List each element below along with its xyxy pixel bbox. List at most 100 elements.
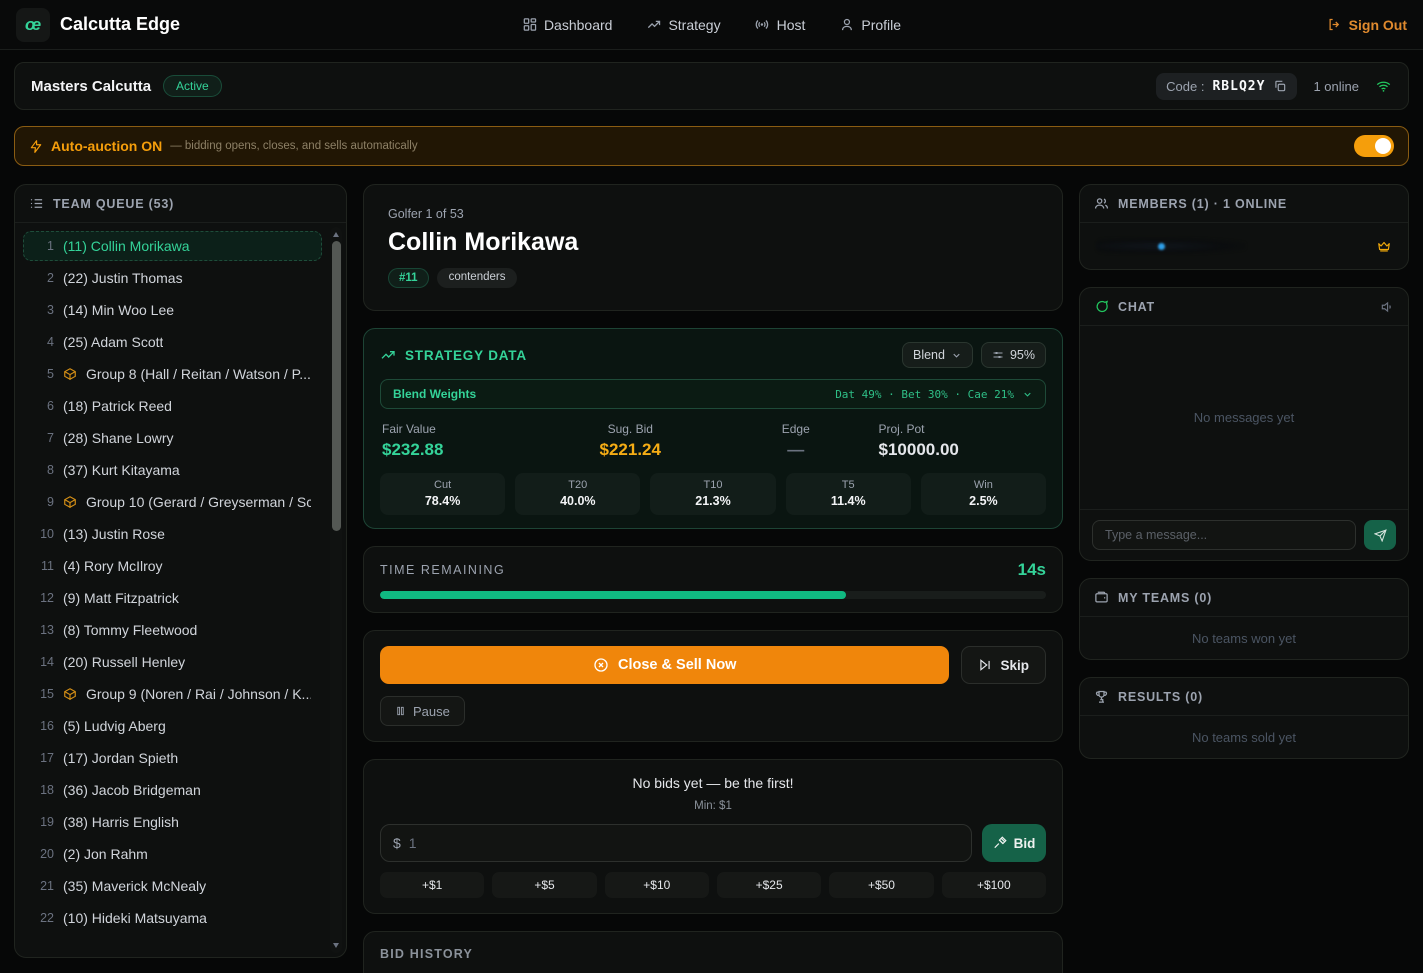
- room-code-pill[interactable]: Code : RBLQ2Y: [1156, 73, 1297, 100]
- nav-dashboard[interactable]: Dashboard: [522, 17, 613, 33]
- nav-strategy[interactable]: Strategy: [646, 17, 720, 33]
- skip-button[interactable]: Skip: [961, 646, 1046, 684]
- probability-value: 2.5%: [921, 494, 1046, 508]
- pause-icon: [395, 705, 406, 717]
- queue-item[interactable]: 12 (9) Matt Fitzpatrick: [23, 583, 322, 613]
- quick-bid-button[interactable]: +$100: [942, 872, 1046, 898]
- team-queue-panel: TEAM QUEUE (53) 1 (11) Collin Morikawa: [14, 184, 347, 958]
- probability-value: 78.4%: [380, 494, 505, 508]
- online-status-dot: [1158, 243, 1165, 250]
- lightning-icon: [29, 139, 43, 154]
- queue-item-number: 17: [34, 751, 54, 765]
- bid-button[interactable]: Bid: [982, 824, 1046, 862]
- metric-label: Sug. Bid: [548, 422, 714, 436]
- metric-value: $10000.00: [879, 440, 1045, 460]
- queue-item[interactable]: 9 Group 10 (Gerard / Greyserman / Sc...: [23, 487, 322, 517]
- scroll-up-arrow[interactable]: [333, 232, 339, 237]
- queue-item[interactable]: 1 (11) Collin Morikawa: [23, 231, 322, 261]
- queue-scrollbar[interactable]: [330, 227, 342, 953]
- model-select-dropdown[interactable]: Blend: [902, 342, 973, 368]
- queue-item-label: (20) Russell Henley: [63, 654, 185, 670]
- timer-progress-fill: [380, 591, 846, 599]
- probability-chip: T10 21.3%: [650, 473, 775, 515]
- room-status-badge: Active: [163, 75, 222, 97]
- nav-host-label: Host: [777, 17, 806, 33]
- blend-weights-bar[interactable]: Blend Weights Dat 49% · Bet 30% · Cae 21…: [380, 379, 1046, 409]
- member-row[interactable]: [1080, 223, 1408, 269]
- queue-item[interactable]: 11 (4) Rory McIlroy: [23, 551, 322, 581]
- no-bids-message: No bids yet — be the first!: [380, 775, 1046, 791]
- queue-item[interactable]: 14 (20) Russell Henley: [23, 647, 322, 677]
- chat-bubble-icon: [1094, 299, 1109, 314]
- probability-label: T20: [515, 479, 640, 491]
- queue-item[interactable]: 19 (38) Harris English: [23, 807, 322, 837]
- queue-item-label: (22) Justin Thomas: [63, 270, 183, 286]
- nav-profile-label: Profile: [861, 17, 901, 33]
- quick-bid-button[interactable]: +$5: [492, 872, 596, 898]
- quick-bid-button[interactable]: +$1: [380, 872, 484, 898]
- queue-item[interactable]: 18 (36) Jacob Bridgeman: [23, 775, 322, 805]
- probability-label: T10: [650, 479, 775, 491]
- golfer-counter: Golfer 1 of 53: [388, 207, 1038, 221]
- queue-item[interactable]: 6 (18) Patrick Reed: [23, 391, 322, 421]
- queue-item-label: Group 8 (Hall / Reitan / Watson / P...: [86, 366, 311, 382]
- send-message-button[interactable]: [1364, 520, 1396, 550]
- quick-bid-button[interactable]: +$25: [717, 872, 821, 898]
- queue-item-label: (25) Adam Scott: [63, 334, 163, 350]
- sign-out-button[interactable]: Sign Out: [1327, 17, 1407, 33]
- queue-item[interactable]: 15 Group 9 (Noren / Rai / Johnson / K...: [23, 679, 322, 709]
- pause-button[interactable]: Pause: [380, 696, 465, 726]
- queue-item-number: 1: [34, 239, 54, 253]
- queue-item[interactable]: 13 (8) Tommy Fleetwood: [23, 615, 322, 645]
- person-icon: [839, 17, 854, 32]
- queue-item-label: (18) Patrick Reed: [63, 398, 172, 414]
- sliders-icon: [992, 349, 1004, 361]
- queue-item[interactable]: 4 (25) Adam Scott: [23, 327, 322, 357]
- metric-value: $221.24: [548, 440, 714, 460]
- quick-bid-button[interactable]: +$50: [829, 872, 933, 898]
- team-queue-title: TEAM QUEUE (53): [53, 197, 174, 211]
- strategy-title: STRATEGY DATA: [405, 348, 527, 363]
- metric-value: —: [713, 440, 879, 460]
- queue-item[interactable]: 20 (2) Jon Rahm: [23, 839, 322, 869]
- chat-message-input[interactable]: [1092, 520, 1356, 550]
- queue-item[interactable]: 3 (14) Min Woo Lee: [23, 295, 322, 325]
- nav-host[interactable]: Host: [755, 17, 806, 33]
- close-sell-button[interactable]: Close & Sell Now: [380, 646, 949, 684]
- sound-toggle-icon[interactable]: [1380, 300, 1394, 314]
- queue-item-number: 14: [34, 655, 54, 669]
- queue-item[interactable]: 10 (13) Justin Rose: [23, 519, 322, 549]
- queue-item[interactable]: 22 (10) Hideki Matsuyama: [23, 903, 322, 933]
- host-crown-icon: [1376, 239, 1392, 253]
- bid-amount-input[interactable]: [409, 835, 959, 851]
- timer-progress-track: [380, 591, 1046, 599]
- broadcast-icon: [755, 17, 770, 32]
- quick-bid-button[interactable]: +$10: [605, 872, 709, 898]
- copy-icon[interactable]: [1273, 79, 1287, 93]
- my-teams-title: MY TEAMS (0): [1118, 591, 1212, 605]
- queue-item[interactable]: 16 (5) Ludvig Aberg: [23, 711, 322, 741]
- queue-item[interactable]: 5 Group 8 (Hall / Reitan / Watson / P...: [23, 359, 322, 389]
- queue-item[interactable]: 7 (28) Shane Lowry: [23, 423, 322, 453]
- chat-empty-state: No messages yet: [1080, 326, 1408, 509]
- probability-chip: Cut 78.4%: [380, 473, 505, 515]
- host-controls-panel: Close & Sell Now Skip Pause: [363, 630, 1063, 742]
- scrollbar-thumb[interactable]: [332, 241, 341, 531]
- queue-item[interactable]: 8 (37) Kurt Kitayama: [23, 455, 322, 485]
- queue-item-number: 22: [34, 911, 54, 925]
- confidence-button[interactable]: 95%: [981, 342, 1046, 368]
- queue-item[interactable]: 2 (22) Justin Thomas: [23, 263, 322, 293]
- queue-item-label: (5) Ludvig Aberg: [63, 718, 166, 734]
- trending-up-icon: [646, 17, 661, 32]
- nav-profile[interactable]: Profile: [839, 17, 901, 33]
- results-title: RESULTS (0): [1118, 690, 1203, 704]
- queue-item-number: 6: [34, 399, 54, 413]
- probability-chip: T5 11.4%: [786, 473, 911, 515]
- members-icon: [1094, 196, 1109, 211]
- scroll-down-arrow[interactable]: [333, 943, 339, 948]
- auto-auction-toggle[interactable]: [1354, 135, 1394, 157]
- queue-item[interactable]: 17 (17) Jordan Spieth: [23, 743, 322, 773]
- queue-item-label: (4) Rory McIlroy: [63, 558, 163, 574]
- queue-item[interactable]: 21 (35) Maverick McNealy: [23, 871, 322, 901]
- nav-dashboard-label: Dashboard: [544, 17, 613, 33]
